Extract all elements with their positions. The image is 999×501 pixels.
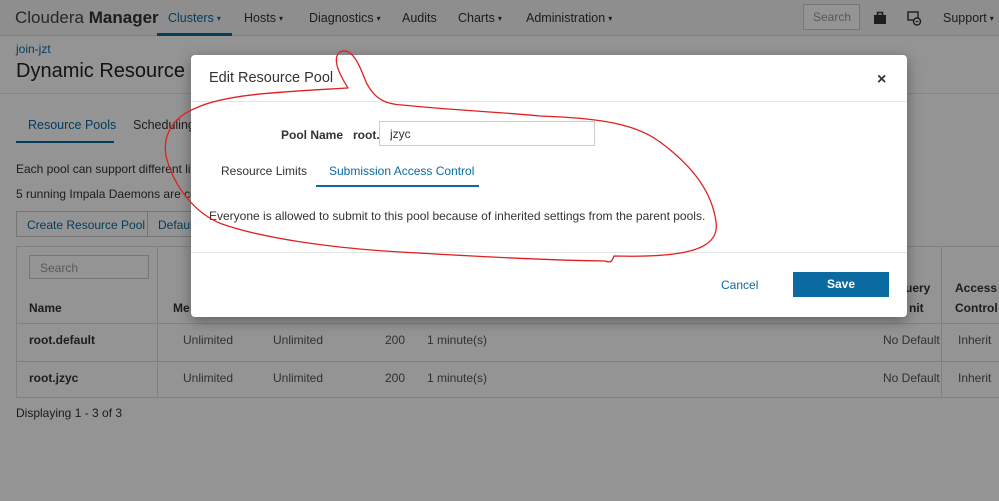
red-annotation-outline <box>164 50 717 263</box>
annotation-stroke <box>164 50 717 263</box>
